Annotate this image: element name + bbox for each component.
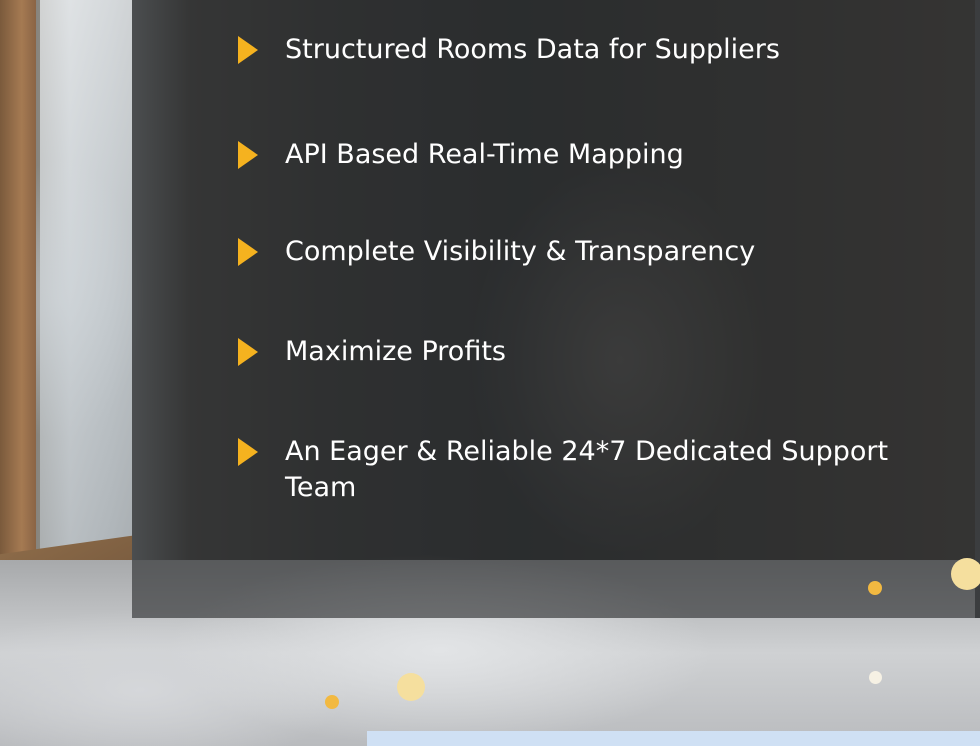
play-arrow-icon <box>238 36 258 64</box>
play-arrow-icon <box>238 141 258 169</box>
bottom-bar <box>367 731 980 746</box>
feature-item: Complete Visibility & Transparency <box>238 234 965 270</box>
feature-item: API Based Real-Time Mapping <box>238 137 965 173</box>
feature-panel <box>132 0 975 618</box>
feature-item: Maximize Profits <box>238 334 965 370</box>
feature-label: Structured Rooms Data for Suppliers <box>285 34 780 65</box>
decor-dot <box>869 671 882 684</box>
feature-item: An Eager & Reliable 24*7 Dedicated Suppo… <box>238 434 965 506</box>
curtain <box>0 0 36 560</box>
panel-edge <box>975 0 980 618</box>
decor-dot <box>951 558 980 590</box>
decor-dot <box>868 581 882 595</box>
play-arrow-icon <box>238 338 258 366</box>
feature-label: API Based Real-Time Mapping <box>285 139 684 170</box>
play-arrow-icon <box>238 438 258 466</box>
decor-dot <box>325 695 339 709</box>
feature-label: An Eager & Reliable 24*7 Dedicated Suppo… <box>285 436 889 503</box>
play-arrow-icon <box>238 238 258 266</box>
decor-dot <box>397 673 425 701</box>
window-light <box>40 0 132 560</box>
feature-label: Maximize Profits <box>285 336 506 367</box>
feature-item: Structured Rooms Data for Suppliers <box>238 32 965 68</box>
feature-label: Complete Visibility & Transparency <box>285 236 756 267</box>
